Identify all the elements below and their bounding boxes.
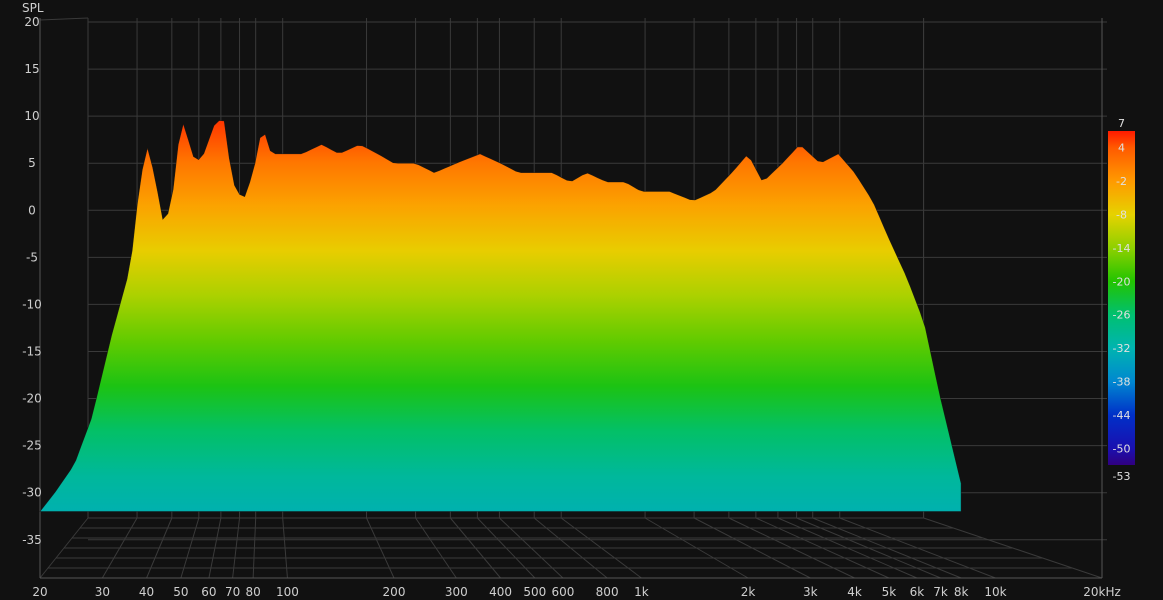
- x-tick-label: 20: [32, 585, 47, 599]
- x-tick-label: 50: [173, 585, 188, 599]
- color-scale-label: -20: [1113, 275, 1131, 288]
- y-axis: 20 15 10 5 0 -5 -10 -15 -20 -25 -30 -35: [22, 15, 42, 547]
- color-scale-label: -8: [1116, 209, 1127, 222]
- x-tick-label: 200: [383, 585, 406, 599]
- x-tick-label: 20kHz: [1083, 585, 1121, 599]
- x-axis: 20 30 40 50 60 70 80 100 200 300 400 500 600 800 1k 2k 3…: [32, 585, 1120, 599]
- x-tick-label: 2k: [741, 585, 756, 599]
- color-scale-label: -2: [1116, 175, 1127, 188]
- x-tick-label: 8k: [954, 585, 969, 599]
- x-tick-label: 600: [551, 585, 574, 599]
- y-tick-label: 0: [28, 203, 36, 217]
- y-axis-label: SPL: [22, 1, 44, 15]
- color-scale-label: -26: [1113, 309, 1131, 322]
- x-tick-label: 5k: [882, 585, 897, 599]
- x-tick-label: 100: [276, 585, 299, 599]
- x-tick-label: 80: [245, 585, 260, 599]
- x-tick-label: 400: [489, 585, 512, 599]
- color-scale-bar: 7 4 -2 -8 -14 -20 -26 -32 -38 -44 -50 -53: [1108, 117, 1135, 483]
- y-tick-label: 5: [28, 156, 36, 170]
- y-tick-label: -35: [22, 533, 42, 547]
- x-tick-label: 500: [523, 585, 546, 599]
- x-tick-label: 40: [139, 585, 154, 599]
- y-tick-label: -20: [22, 392, 42, 406]
- y-tick-label: 20: [24, 15, 39, 29]
- waterfall-slice: [39, 120, 962, 512]
- x-tick-label: 800: [596, 585, 619, 599]
- x-tick-label: 10k: [984, 585, 1006, 599]
- x-tick-label: 1k: [634, 585, 649, 599]
- y-tick-label: -30: [22, 486, 42, 500]
- x-tick-label: 4k: [847, 585, 862, 599]
- x-tick-label: 3k: [803, 585, 818, 599]
- color-scale-label: 7: [1118, 117, 1125, 130]
- color-scale-label: -14: [1113, 242, 1131, 255]
- y-tick-label: 15: [24, 62, 39, 76]
- x-tick-label: 6k: [910, 585, 925, 599]
- waterfall-slices: [39, 120, 962, 512]
- x-tick-label: 60: [201, 585, 216, 599]
- color-scale-label: -32: [1113, 342, 1131, 355]
- color-scale-label: -50: [1113, 442, 1131, 455]
- y-tick-label: 10: [24, 109, 39, 123]
- y-tick-label: -25: [22, 439, 42, 453]
- x-tick-label: 300: [445, 585, 468, 599]
- color-scale-label: 4: [1118, 142, 1125, 155]
- y-tick-label: -15: [22, 344, 42, 358]
- x-tick-label: 70: [225, 585, 240, 599]
- color-scale-label: -38: [1113, 376, 1131, 389]
- x-tick-label: 30: [95, 585, 110, 599]
- y-tick-label: -5: [26, 250, 38, 264]
- color-scale-label: -53: [1113, 470, 1131, 483]
- x-tick-label: 7k: [933, 585, 948, 599]
- y-tick-label: -10: [22, 297, 42, 311]
- color-scale-label: -44: [1113, 409, 1131, 422]
- waterfall-chart: 20151050-5-10-15-20-25-30-35 20 30 40 50 60 7…: [22, 1, 1135, 599]
